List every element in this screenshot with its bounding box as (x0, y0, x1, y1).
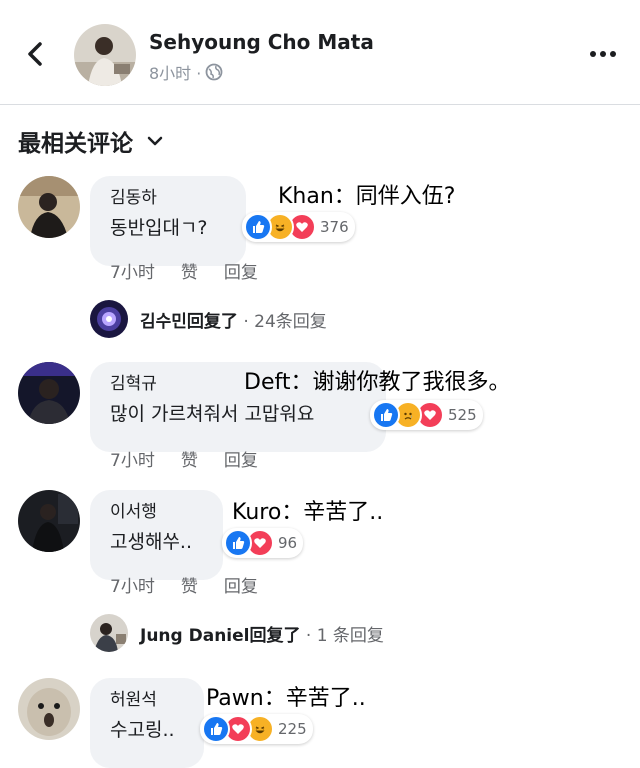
post-time: 8小时 · (149, 64, 202, 83)
comment-text: 수고링.. (110, 719, 175, 741)
comment-sort-dropdown[interactable]: 最相关评论 (18, 124, 163, 158)
view-replies-link[interactable]: Jung Daniel回复了 · 1 条回复 (90, 614, 384, 652)
comment-actions: 7小时 赞 回复 (110, 446, 258, 471)
reply-action: 回复了 (249, 625, 301, 646)
reply-avatar (90, 614, 128, 652)
like-button[interactable]: 赞 (181, 446, 198, 471)
commenter-avatar[interactable] (18, 362, 80, 424)
translation-caption: Pawn：辛苦了.. (206, 686, 366, 711)
comment-author[interactable]: 이서행 (110, 500, 205, 524)
comment-bubble: 이서행 고생해쑤.. (90, 490, 223, 580)
reply-button[interactable]: 回复 (224, 446, 258, 471)
comment-text: 고생해쑤.. (110, 531, 192, 553)
globe-icon (205, 63, 223, 81)
reply-count: · 24条回复 (237, 311, 327, 332)
translation-caption: Kuro：辛苦了.. (232, 500, 384, 525)
comment-text: 동반입대ㄱ? (110, 217, 208, 239)
translation-caption: Deft：谢谢你教了我很多。 (244, 370, 511, 395)
reaction-summary[interactable]: 525 (370, 400, 483, 430)
like-icon (202, 715, 230, 743)
reaction-summary[interactable]: 96 (222, 528, 304, 558)
like-button[interactable]: 赞 (181, 572, 198, 597)
reply-author: 김수민 (140, 311, 187, 332)
commenter-avatar[interactable] (18, 490, 80, 552)
poster-name[interactable]: Sehyoung Cho Mata (149, 30, 374, 54)
comment-actions: 7小时 赞 回复 (110, 572, 258, 597)
back-button[interactable] (22, 36, 50, 72)
post-header: Sehyoung Cho Mata 8小时 · (0, 0, 640, 104)
comment-author[interactable]: 허원석 (110, 688, 186, 712)
commenter-avatar[interactable] (18, 176, 80, 238)
reply-avatar (90, 300, 128, 338)
comment-text: 많이 가르쳐줘서 고맙워요 (110, 403, 315, 425)
back-arrow-icon (28, 42, 42, 66)
translation-caption: Khan：同伴入伍? (278, 184, 456, 209)
comment-time: 7小时 (110, 263, 155, 283)
chevron-down-icon (147, 136, 163, 146)
reaction-summary[interactable]: 376 (242, 212, 355, 242)
like-icon (224, 529, 252, 557)
reaction-count: 225 (278, 720, 307, 738)
sort-label: 最相关评论 (18, 131, 133, 157)
poster-avatar[interactable] (74, 24, 136, 86)
post-meta: 8小时 · (149, 60, 223, 84)
more-dots-icon (590, 51, 616, 57)
header-divider (0, 104, 640, 105)
like-icon (244, 213, 272, 241)
reply-count: · 1 条回复 (300, 625, 384, 646)
comment-bubble: 김동하 동반입대ㄱ? (90, 176, 246, 266)
reaction-count: 525 (448, 406, 477, 424)
reaction-count: 376 (320, 218, 349, 236)
more-options-button[interactable] (588, 42, 618, 66)
view-replies-link[interactable]: 김수민回复了 · 24条回复 (90, 300, 327, 338)
comment-author[interactable]: 김동하 (110, 186, 228, 210)
reply-button[interactable]: 回复 (224, 258, 258, 283)
reply-action: 回复了 (186, 311, 238, 332)
reaction-summary[interactable]: 225 (200, 714, 313, 744)
commenter-avatar[interactable] (18, 678, 80, 740)
comment-bubble: 허원석 수고링.. (90, 678, 204, 768)
reply-author: Jung Daniel (140, 625, 250, 646)
comment-actions: 7小时 赞 回复 (110, 258, 258, 283)
like-icon (372, 401, 400, 429)
reaction-count: 96 (278, 534, 298, 552)
comment-time: 7小时 (110, 451, 155, 471)
like-button[interactable]: 赞 (181, 258, 198, 283)
reply-button[interactable]: 回复 (224, 572, 258, 597)
comment-time: 7小时 (110, 577, 155, 597)
